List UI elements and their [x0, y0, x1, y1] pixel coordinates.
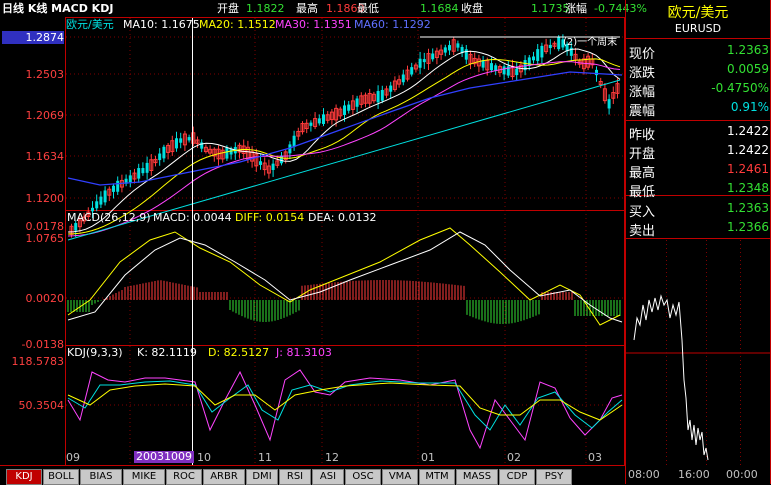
quote-row-value: 1.2422 [727, 124, 769, 138]
tab-rsi[interactable]: RSI [279, 469, 311, 485]
quote-row: 开盘 1.2422 [629, 141, 771, 162]
quote-row-value: 1.2461 [727, 162, 769, 176]
quote-row-value: -0.4750% [711, 81, 769, 95]
chart-annotation: (2)一个周末 [563, 37, 618, 48]
kdj-axis-label: 118.5783 [11, 355, 65, 368]
ma20-label: MA20: 1.1512 [199, 18, 276, 31]
quote-row-label: 震幅 [629, 104, 656, 119]
x-axis-label: 09 [66, 451, 80, 464]
intraday-time-label: 00:00 [726, 468, 758, 481]
kdj-label: KDJ(9,3,3) [67, 346, 123, 359]
quote-row: 最高 1.2461 [629, 160, 771, 181]
quote-row: 最低 1.2348 [629, 179, 771, 200]
d-value: D: 82.5127 [208, 346, 270, 359]
price-axis-label: 1.1634 [25, 150, 65, 163]
quote-row-value: 0.0059 [727, 62, 769, 76]
quote-code: EURUSD [674, 22, 722, 35]
intraday-chart [626, 240, 770, 465]
macd-axis-label: 0.0178 [25, 220, 65, 233]
quote-name: 欧元/美元 [667, 5, 729, 21]
quote-row: 涨幅 -0.4750% [629, 79, 771, 100]
macd-axis-label: -0.0138 [21, 338, 64, 351]
tab-roc[interactable]: ROC [166, 469, 202, 485]
tab-arbr[interactable]: ARBR [203, 469, 245, 485]
tab-osc[interactable]: OSC [345, 469, 381, 485]
x-axis-label: 10 [197, 451, 211, 464]
macd-axis-label: 0.0020 [25, 292, 65, 305]
k-value: K: 82.1119 [137, 346, 197, 359]
ma30-label: MA30: 1.1351 [275, 18, 352, 31]
quote-row-value: 1.2366 [727, 220, 769, 234]
quote-row-label: 最低 [629, 185, 656, 200]
macd-histogram [67, 280, 621, 324]
tab-asi[interactable]: ASI [312, 469, 344, 485]
quote-row: 买入 1.2363 [629, 199, 771, 220]
tab-mtm[interactable]: MTM [419, 469, 455, 485]
ma60-label: MA60: 1.1292 [354, 18, 431, 31]
tab-kdj[interactable]: KDJ [6, 469, 42, 485]
quote-row-value: 1.2348 [727, 181, 769, 195]
quote-row: 卖出 1.2366 [629, 218, 771, 239]
price-axis-label: 1.1200 [25, 192, 65, 205]
intraday-time-label: 08:00 [628, 468, 660, 481]
x-axis-label: 11 [258, 451, 272, 464]
x-axis-label: 03 [588, 451, 602, 464]
quote-row-value: 0.91% [730, 100, 769, 114]
symbol-label: 欧元/美元 [66, 18, 114, 31]
quote-row: 涨跌 0.0059 [629, 60, 771, 81]
quote-row: 现价 1.2363 [629, 41, 771, 62]
macd-value: MACD: 0.0044 [153, 211, 232, 224]
tab-vma[interactable]: VMA [382, 469, 418, 485]
cursor-date: 20031009 [134, 450, 194, 463]
quote-row-value: 1.2422 [727, 143, 769, 157]
tab-dmi[interactable]: DMI [246, 469, 278, 485]
price-axis-label: 1.0765 [25, 232, 65, 245]
tab-psy[interactable]: PSY [536, 469, 572, 485]
quote-row: 昨收 1.2422 [629, 122, 771, 143]
quote-row: 震幅 0.91% [629, 98, 771, 119]
tab-bias[interactable]: BIAS [80, 469, 122, 485]
tab-mass[interactable]: MASS [456, 469, 498, 485]
kdj-lines [67, 369, 623, 450]
x-axis-label: 02 [507, 451, 521, 464]
moving-average-lines [67, 48, 623, 237]
macd-label: MACD(26,12,9) [67, 211, 151, 224]
price-axis-label: 1.2503 [25, 68, 65, 81]
tab-cdp[interactable]: CDP [499, 469, 535, 485]
x-axis-label: 01 [421, 451, 435, 464]
x-axis-label: 12 [325, 451, 339, 464]
price-axis-label-top: 1.2874 [2, 31, 64, 44]
quote-row-value: 1.2363 [727, 43, 769, 57]
tab-mike[interactable]: MIKE [123, 469, 165, 485]
j-value: J: 81.3103 [276, 346, 332, 359]
quote-row-value: 1.2363 [727, 201, 769, 215]
quote-row-label: 卖出 [629, 224, 656, 239]
diff-value: DIFF: 0.0154 [235, 211, 305, 224]
dea-value: DEA: 0.0132 [308, 211, 377, 224]
kdj-axis-label: 50.3504 [18, 399, 65, 412]
ma10-label: MA10: 1.1675 [123, 18, 200, 31]
tab-boll[interactable]: BOLL [43, 469, 79, 485]
intraday-time-label: 16:00 [678, 468, 710, 481]
price-axis-label: 1.2069 [25, 109, 65, 122]
